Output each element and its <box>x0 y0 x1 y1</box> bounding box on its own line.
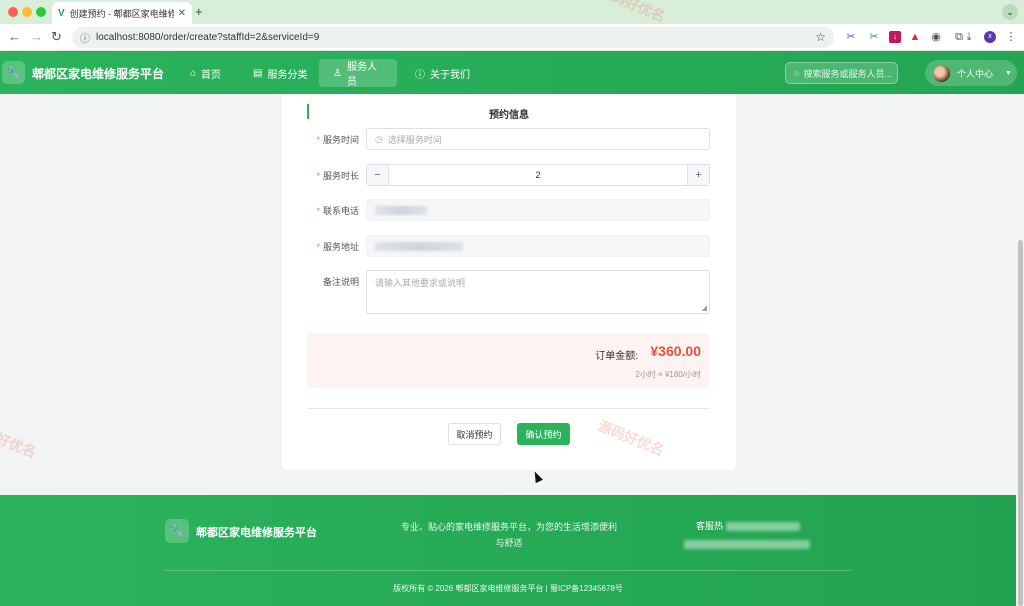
divider <box>307 408 710 409</box>
extension-scissors-icon[interactable]: ✂ <box>845 31 857 43</box>
browser-tab[interactable]: V 创建预约 - 郫都区家电维修服务平 ✕ <box>52 2 192 24</box>
amount-value: ¥360.00 <box>650 343 701 359</box>
phone-label: * 联系电话 <box>316 206 359 216</box>
redacted-contact <box>725 522 800 532</box>
duration-value[interactable]: 2 <box>389 165 687 185</box>
browser-menu-icon[interactable]: ⋮ <box>1005 31 1017 43</box>
footer-copyright: 版权所有 © 2026 郫都区家电维修服务平台 | 蜀ICP备12345678号 <box>393 584 623 593</box>
search-placeholder: 搜索服务或服务人员... <box>803 68 892 79</box>
booking-form-card: 预约信息 * 服务时间 ◷ 选择服务时间 * 服务时长 − 2 + * 联系电话 * 服… <box>282 94 736 470</box>
resize-handle-icon[interactable]: ◢ <box>702 304 707 312</box>
tab-search-chevron-icon[interactable]: ⌄ <box>1002 4 1018 20</box>
list-icon: ▤ <box>253 67 263 79</box>
redacted-email <box>684 540 810 549</box>
user-center-dropdown[interactable]: 个人中心 ▼ <box>925 60 1017 86</box>
nav-service-categories[interactable]: ▤ 服务分类 <box>239 59 321 87</box>
site-brand[interactable]: 郫都区家电维修服务平台 <box>32 65 164 82</box>
new-tab-button[interactable]: + <box>195 4 203 19</box>
footer-brand: 郫都区家电维修服务平台 <box>196 527 317 539</box>
remark-textarea[interactable]: 请输入其他要求或说明 ◢ <box>366 270 710 314</box>
service-time-picker[interactable]: ◷ 选择服务时间 <box>366 128 710 150</box>
amount-label: 订单金额: <box>595 351 638 362</box>
remark-row: 备注说明 请输入其他要求或说明 ◢ <box>282 270 736 314</box>
extension-cut-icon[interactable]: ✂ <box>868 31 880 43</box>
user-center-label: 个人中心 <box>957 68 994 79</box>
nav-about-us[interactable]: ⓘ 关于我们 <box>401 59 484 87</box>
footer-wrench-icon: 🔧 <box>165 519 189 543</box>
reload-icon[interactable]: ↻ <box>51 30 62 44</box>
window-close-button[interactable] <box>8 7 18 17</box>
address-url: localhost:8080/order/create?staffId=2&se… <box>96 32 320 43</box>
window-minimize-button[interactable] <box>22 7 32 17</box>
watermark: 源码好优名 <box>0 419 39 461</box>
confirm-booking-button[interactable]: 确认预约 <box>517 423 570 445</box>
wrench-icon[interactable]: 🔧 <box>2 61 25 84</box>
scrollbar-thumb[interactable] <box>1018 240 1023 606</box>
section-title: 预约信息 <box>489 110 529 121</box>
home-icon: ⌂ <box>190 67 197 79</box>
forward-arrow-icon[interactable]: → <box>30 30 43 44</box>
mouse-cursor <box>531 469 543 484</box>
nav-home[interactable]: ⌂ 首页 <box>176 59 235 87</box>
user-icon: ♙ <box>333 67 342 79</box>
phone-row: * 联系电话 <box>282 199 736 221</box>
footer-description: 专业、贴心的家电维修服务平台，为您的生活增添便利与舒适 <box>400 522 617 548</box>
decrease-button[interactable]: − <box>367 165 389 185</box>
nav-home-label: 首页 <box>201 69 222 81</box>
browser-tab-bar: V 创建预约 - 郫都区家电维修服务平 ✕ + ⌄ <box>0 0 1024 24</box>
duration-stepper[interactable]: − 2 + <box>366 164 710 186</box>
footer-contact: 客服热 <box>696 519 800 532</box>
address-row: * 服务地址 <box>282 235 736 257</box>
redacted-address <box>375 241 463 251</box>
service-time-label: * 服务时间 <box>316 135 359 145</box>
bookmark-star-icon[interactable]: ☆ <box>815 30 826 44</box>
back-arrow-icon[interactable]: ← <box>8 30 21 44</box>
remark-label: 备注说明 <box>322 277 359 287</box>
site-header: 🔧 郫都区家电维修服务平台 ⌂ 首页 ▤ 服务分类 ♙ 服务人员 ⓘ 关于我们 … <box>0 51 1024 94</box>
info-icon: ⓘ <box>415 69 425 81</box>
extension-triangle-icon[interactable]: ▲ <box>909 31 921 43</box>
address-label: * 服务地址 <box>316 242 359 252</box>
redacted-phone <box>375 205 427 215</box>
window-maximize-button[interactable] <box>36 7 46 17</box>
caret-down-icon: ▼ <box>1005 69 1012 77</box>
extension-incognito-icon[interactable]: ◉ <box>930 31 942 43</box>
nav-staff-label: 服务人员 <box>346 62 377 88</box>
address-field[interactable] <box>366 235 710 257</box>
service-time-placeholder: 选择服务时间 <box>387 134 442 145</box>
footer-divider <box>165 570 851 571</box>
search-icon: ○ <box>794 68 800 78</box>
nav-categories-label: 服务分类 <box>267 69 308 81</box>
tab-title: 创建预约 - 郫都区家电维修服务平 <box>69 8 174 19</box>
tab-close-icon[interactable]: ✕ <box>178 8 186 19</box>
address-bar[interactable]: ⓘ localhost:8080/order/create?staffId=2&… <box>72 27 834 48</box>
clock-icon: ◷ <box>375 133 383 144</box>
nav-about-label: 关于我们 <box>430 69 470 81</box>
service-time-row: * 服务时间 ◷ 选择服务时间 <box>282 128 736 150</box>
avatar <box>933 64 950 82</box>
increase-button[interactable]: + <box>687 165 709 185</box>
vue-favicon-icon: V <box>58 7 65 19</box>
amount-formula: 2小时 × ¥180/小时 <box>635 370 701 379</box>
browser-toolbar: ← → ↻ ⓘ localhost:8080/order/create?staf… <box>0 24 1024 51</box>
order-amount-panel: 订单金额: ¥360.00 2小时 × ¥180/小时 <box>307 333 710 388</box>
cancel-booking-button[interactable]: 取消预约 <box>448 423 501 445</box>
downloads-icon[interactable]: ⤓ <box>963 31 975 43</box>
phone-field[interactable] <box>366 199 710 221</box>
contact-label: 客服热 <box>696 521 724 531</box>
remark-placeholder: 请输入其他要求或说明 <box>375 278 466 288</box>
site-footer: 🔧 郫都区家电维修服务平台 专业、贴心的家电维修服务平台，为您的生活增添便利与舒… <box>0 495 1016 606</box>
nav-service-staff[interactable]: ♙ 服务人员 <box>319 59 397 88</box>
site-info-icon[interactable]: ⓘ <box>80 30 90 45</box>
duration-label: * 服务时长 <box>316 171 359 181</box>
duration-row: * 服务时长 − 2 + <box>282 164 736 186</box>
search-input[interactable]: ○ 搜索服务或服务人员... <box>785 62 898 84</box>
profile-avatar-icon[interactable]: x <box>984 31 996 43</box>
extension-download-icon[interactable]: ↓ <box>889 31 901 43</box>
